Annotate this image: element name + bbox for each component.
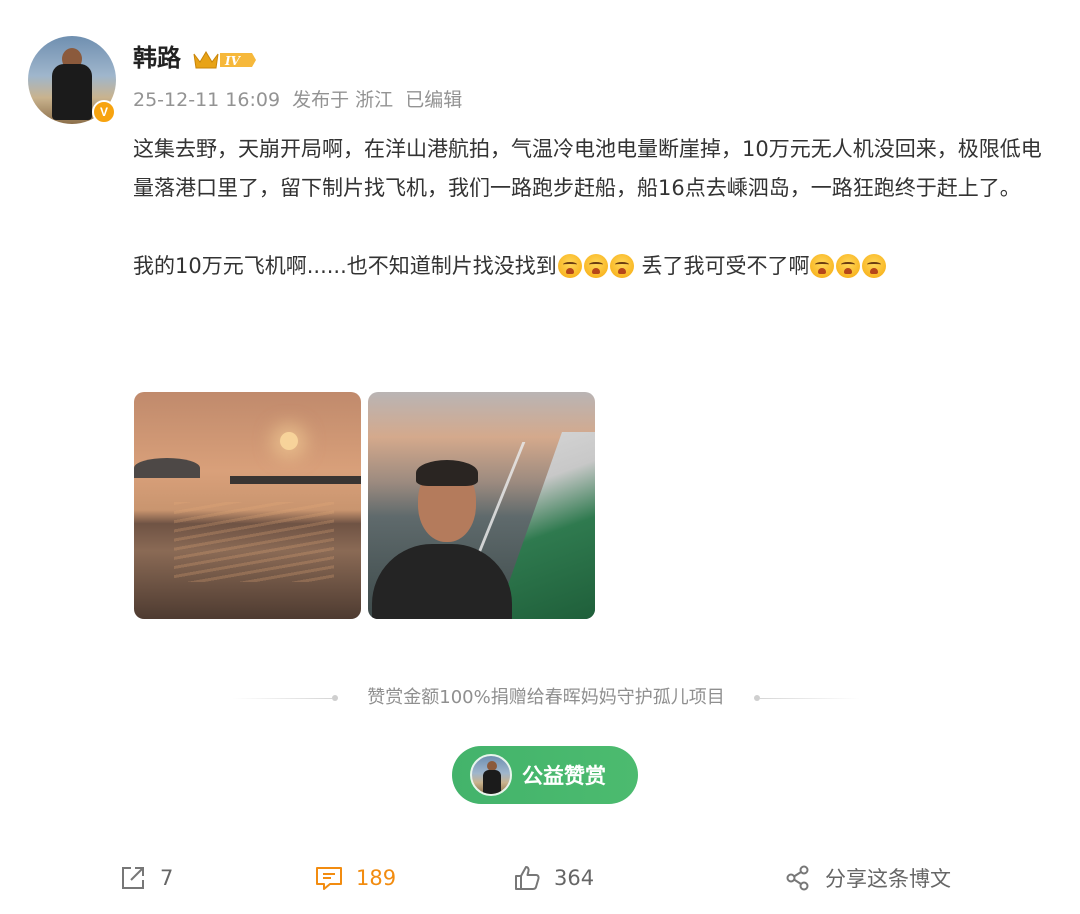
repost-button[interactable]: 7 — [118, 858, 173, 898]
reward-divider-left — [232, 698, 332, 699]
reward-divider-dot — [332, 695, 338, 701]
like-button[interactable]: 364 — [512, 858, 594, 898]
post-paragraph-2-text-a: 我的10万元飞机啊......也不知道制片找没找到 — [133, 254, 557, 278]
thumbs-up-icon — [515, 866, 540, 890]
level-badge: IV — [224, 54, 242, 68]
author-name[interactable]: 韩路 — [133, 42, 181, 74]
reward-avatar — [470, 754, 512, 796]
cry-emoji-icon — [836, 254, 861, 278]
ferry-selfie-photo[interactable] — [368, 392, 595, 619]
cry-emoji-icon — [583, 254, 608, 278]
cry-emoji-icon — [609, 254, 634, 278]
share-button[interactable]: 分享这条博文 — [783, 858, 951, 898]
repost-count: 7 — [160, 866, 174, 890]
repost-icon — [122, 867, 144, 889]
post-meta: 25-12-11 16:09 发布于 浙江 已编辑 — [133, 86, 468, 114]
reward-divider-right — [760, 698, 860, 699]
post-timestamp[interactable]: 25-12-11 16:09 — [133, 89, 280, 111]
like-count: 364 — [554, 866, 595, 890]
comment-count: 189 — [356, 866, 397, 890]
edited-label[interactable]: 已编辑 — [405, 89, 462, 111]
sunset-sea-photo[interactable] — [134, 392, 361, 619]
post-location: 发布于 浙江 — [292, 89, 394, 111]
cry-emoji-icon — [557, 254, 582, 278]
cry-emoji-icon — [810, 254, 835, 278]
share-label: 分享这条博文 — [825, 867, 951, 891]
weibo-post-card: V 韩路 IV 25-12-11 16:09 发布于 浙江 已编辑 这集去野，天… — [0, 0, 1080, 914]
share-icon — [786, 865, 809, 891]
charity-reward-button[interactable]: 公益赞赏 — [452, 746, 638, 804]
reward-note: 赞赏金额100%捐赠给春晖妈妈守护孤儿项目 — [367, 687, 725, 708]
author-avatar[interactable]: V — [28, 36, 116, 124]
post-paragraph-2-text-b: 丢了我可受不了啊 — [634, 254, 810, 278]
post-text: 这集去野，天崩开局啊，在洋山港航拍，气温冷电池电量断崖掉，10万元无人机没回来，… — [133, 130, 1053, 286]
cry-emoji-icon — [862, 254, 887, 278]
vip-crown-icon[interactable]: IV — [192, 48, 258, 72]
comment-button[interactable]: 189 — [314, 858, 396, 898]
post-paragraph-1: 这集去野，天崩开局啊，在洋山港航拍，气温冷电池电量断崖掉，10万元无人机没回来，… — [133, 137, 1042, 200]
post-paragraph-2: 我的10万元飞机啊......也不知道制片找没找到 丢了我可受不了啊 — [133, 247, 1053, 286]
comment-icon — [316, 867, 342, 890]
verified-badge-icon: V — [92, 100, 116, 124]
reward-button-label: 公益赞赏 — [522, 764, 606, 788]
